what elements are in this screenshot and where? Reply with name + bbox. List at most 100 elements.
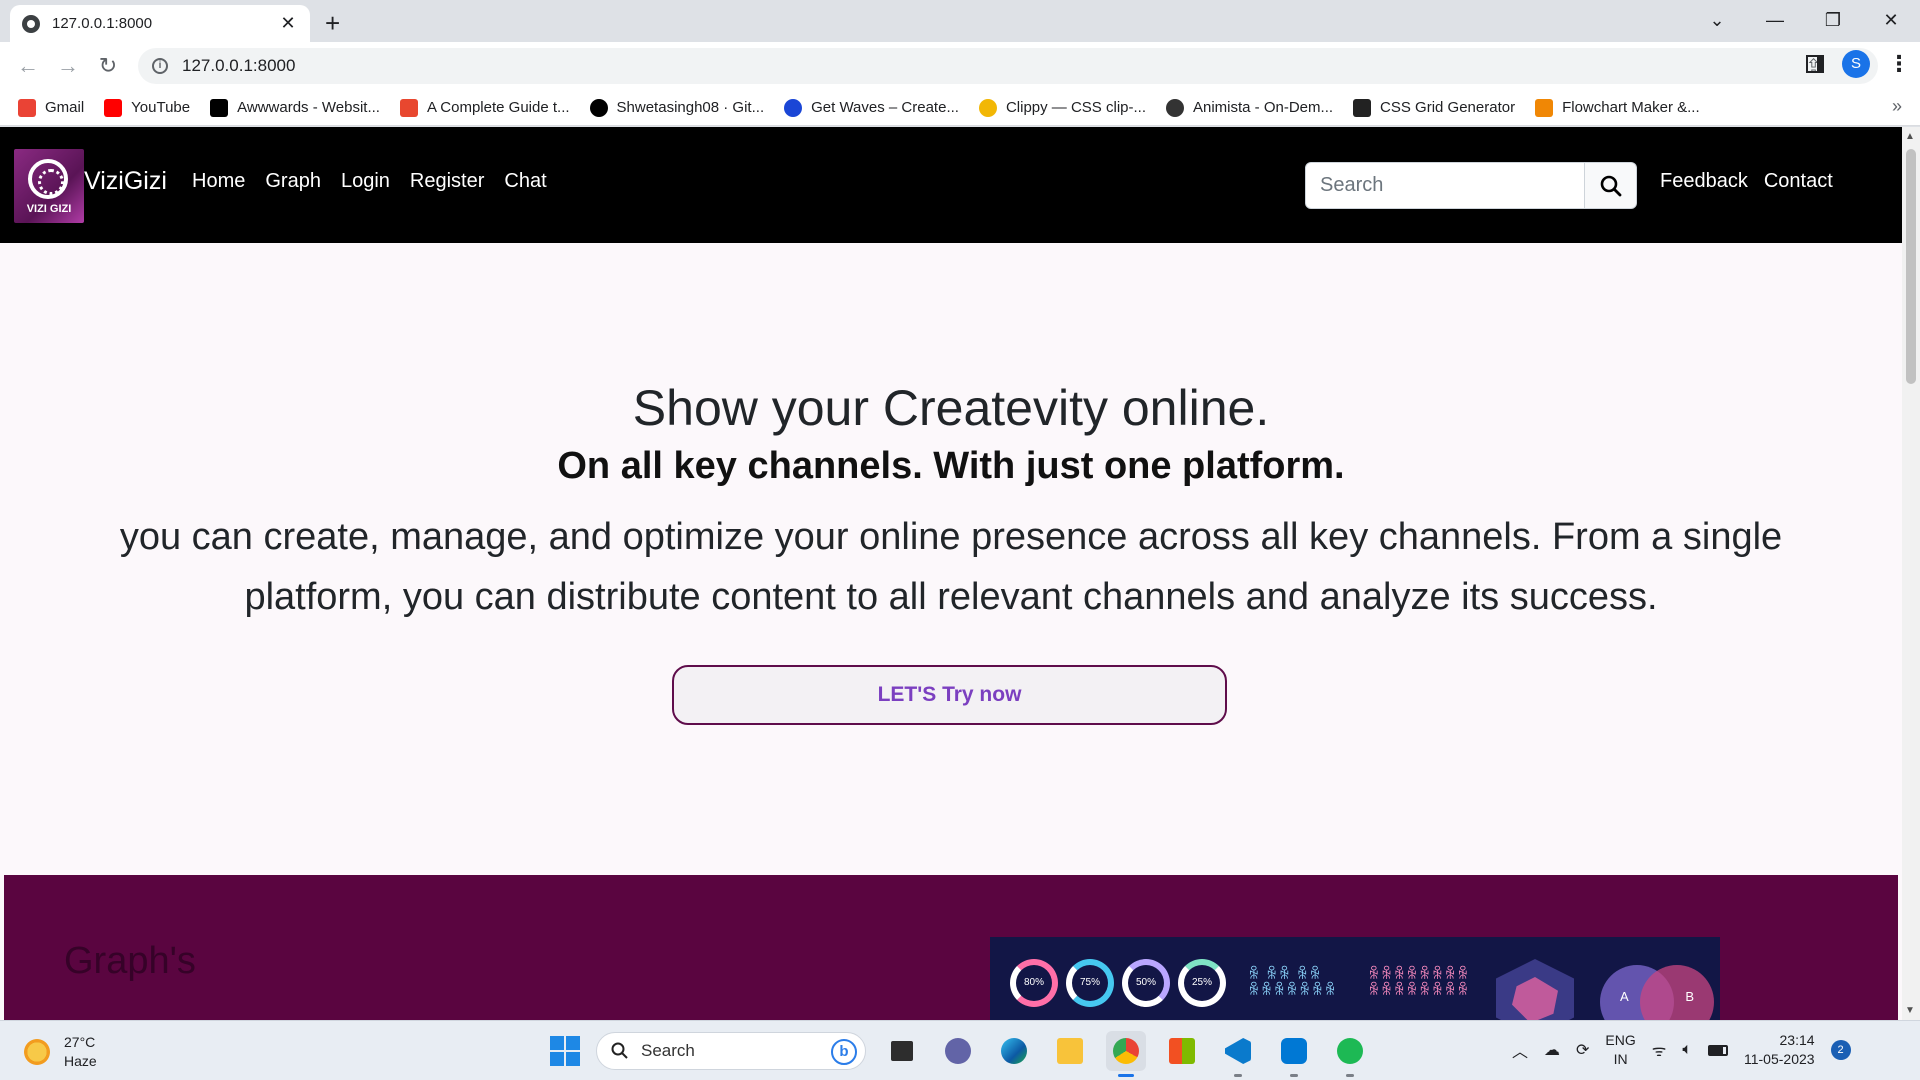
- page-viewport: VIZI GIZI ViziGizi Home Graph Login Regi…: [0, 127, 1902, 1020]
- battery-icon[interactable]: [1707, 1044, 1728, 1056]
- close-tab-icon[interactable]: ✕: [278, 13, 298, 34]
- hero-description: you can create, manage, and optimize you…: [119, 516, 1783, 618]
- cortana-icon[interactable]: [1274, 1031, 1314, 1077]
- system-tray: ︿ ☁ ⟳ ENG IN ᯤ 🔈︎ 23:14 11-05-2023 2: [1512, 1031, 1851, 1069]
- bookmark-item[interactable]: Flowchart Maker &...: [1535, 98, 1700, 117]
- gmail-icon: [18, 98, 36, 117]
- sync-icon[interactable]: ⟳: [1576, 1040, 1589, 1060]
- language-indicator[interactable]: ENG IN: [1605, 1031, 1635, 1069]
- site-search: [1305, 162, 1637, 209]
- bookmark-item[interactable]: A Complete Guide t...: [399, 98, 570, 117]
- address-bar[interactable]: i 127.0.0.1:8000 ⇪ ☆: [138, 48, 1878, 84]
- tab-strip: 127.0.0.1:8000 ✕ + ⌄ — ❐ ✕: [0, 0, 1920, 42]
- awwwards-icon: [210, 98, 229, 117]
- bookmark-item[interactable]: Shwetasingh08 · Git...: [589, 98, 765, 117]
- graph-section-title: Graph's: [64, 940, 196, 982]
- bookmark-item[interactable]: Clippy — CSS clip-...: [978, 98, 1146, 117]
- nav-link-feedback[interactable]: Feedback: [1660, 170, 1748, 193]
- nav-link-graph[interactable]: Graph: [265, 170, 321, 193]
- bookmark-item[interactable]: YouTube: [104, 98, 190, 117]
- new-tab-icon[interactable]: +: [325, 8, 340, 39]
- taskbar-apps: Search b: [550, 1031, 1370, 1077]
- site-navbar: VIZI GIZI ViziGizi Home Graph Login Regi…: [0, 127, 1902, 243]
- profile-avatar[interactable]: S: [1842, 50, 1870, 78]
- bing-icon[interactable]: b: [831, 1039, 857, 1065]
- graph-section: Graph's 80% 75% 50% 25% ꆜ ꆜꆜ ꆜꆜ ꆜꆜꆜꆜꆜꆜꆜ ꆜ…: [4, 875, 1898, 1020]
- taskbar-search-icon: [611, 1042, 628, 1059]
- bookmark-label: Get Waves – Create...: [811, 99, 959, 116]
- drawio-icon: [1535, 98, 1554, 117]
- bookmark-item[interactable]: CSS Grid Generator: [1353, 98, 1516, 117]
- more-bookmarks-icon[interactable]: »: [1892, 96, 1902, 117]
- vscode-icon[interactable]: [1218, 1031, 1258, 1077]
- bookmark-item[interactable]: Gmail: [18, 98, 84, 117]
- bookmark-item[interactable]: Awwwards - Websit...: [210, 98, 380, 117]
- chrome-icon[interactable]: [1106, 1031, 1146, 1077]
- hero-subtitle: On all key channels. With just one platf…: [557, 445, 1345, 487]
- secondary-nav: Feedback Contact: [1660, 170, 1833, 193]
- restore-icon[interactable]: ❐: [1804, 10, 1862, 31]
- css-tricks-icon: [399, 98, 418, 117]
- side-panel-icon[interactable]: [1806, 55, 1824, 73]
- minimize-icon[interactable]: —: [1746, 10, 1804, 31]
- scroll-down-arrow-icon[interactable]: ▼: [1905, 1005, 1915, 1016]
- bookmark-item[interactable]: Get Waves – Create...: [784, 98, 959, 117]
- search-button[interactable]: [1585, 162, 1637, 209]
- notification-badge[interactable]: 2: [1830, 1040, 1851, 1060]
- bookmark-label: Animista - On-Dem...: [1193, 99, 1334, 116]
- site-logo[interactable]: VIZI GIZI: [14, 149, 84, 223]
- bookmark-label: CSS Grid Generator: [1380, 99, 1516, 116]
- nav-link-contact[interactable]: Contact: [1764, 170, 1833, 193]
- temperature: 27°C: [64, 1034, 96, 1050]
- clock[interactable]: 23:14 11-05-2023: [1744, 1031, 1815, 1069]
- tab-title: 127.0.0.1:8000: [52, 15, 153, 32]
- active-tab[interactable]: 127.0.0.1:8000 ✕: [10, 5, 310, 42]
- edge-icon[interactable]: [994, 1031, 1034, 1071]
- windows-taskbar: 27°C Haze Search b ︿ ☁ ⟳ ENG IN ᯤ 🔈︎ 23:…: [0, 1020, 1920, 1080]
- youtube-icon: [104, 98, 123, 117]
- infographic-image: 80% 75% 50% 25% ꆜ ꆜꆜ ꆜꆜ ꆜꆜꆜꆜꆜꆜꆜ ꆜꆜꆜꆜꆜꆜꆜꆜ ꆜ…: [990, 937, 1720, 1020]
- clock-date: 11-05-2023: [1743, 1051, 1815, 1067]
- bookmark-item[interactable]: Animista - On-Dem...: [1166, 98, 1334, 117]
- forward-arrow-icon[interactable]: →: [48, 53, 88, 79]
- show-hidden-icons-icon[interactable]: ︿: [1512, 1038, 1528, 1062]
- back-arrow-icon[interactable]: ←: [8, 53, 48, 79]
- onedrive-icon[interactable]: ☁: [1544, 1040, 1560, 1060]
- wifi-icon[interactable]: ᯤ: [1652, 1039, 1667, 1061]
- weather-widget[interactable]: 27°C Haze: [22, 1033, 97, 1071]
- nav-link-home[interactable]: Home: [192, 170, 245, 193]
- volume-icon[interactable]: 🔈︎: [1682, 1041, 1692, 1059]
- donut-80: 80%: [1010, 959, 1058, 1007]
- tab-search-icon[interactable]: ⌄: [1688, 10, 1746, 31]
- reload-icon[interactable]: ↻: [88, 53, 128, 79]
- url-text[interactable]: 127.0.0.1:8000: [182, 56, 295, 76]
- weather-condition: Haze: [64, 1053, 97, 1069]
- menu-kebab-icon[interactable]: ⋮: [1888, 51, 1910, 77]
- teams-chat-icon[interactable]: [938, 1031, 978, 1071]
- close-window-icon[interactable]: ✕: [1862, 10, 1920, 31]
- window-controls: ⌄ — ❐ ✕: [1688, 0, 1920, 40]
- try-now-button[interactable]: LET'S Try now: [672, 665, 1227, 725]
- taskbar-search-label: Search: [641, 1041, 695, 1060]
- scroll-thumb[interactable]: [1906, 149, 1916, 384]
- nav-link-chat[interactable]: Chat: [504, 170, 546, 193]
- region-code: IN: [1613, 1051, 1628, 1067]
- donut-75: 75%: [1066, 959, 1114, 1007]
- taskbar-search[interactable]: Search b: [596, 1032, 866, 1070]
- task-view-icon[interactable]: [882, 1031, 922, 1071]
- people-icon-grid-blue: ꆜ ꆜꆜ ꆜꆜ ꆜꆜꆜꆜꆜꆜꆜ: [1248, 966, 1338, 999]
- file-explorer-icon[interactable]: [1050, 1031, 1090, 1071]
- spotify-icon[interactable]: [1330, 1031, 1370, 1077]
- microsoft-store-icon[interactable]: [1162, 1031, 1202, 1071]
- bookmark-label: Shwetasingh08 · Git...: [616, 99, 765, 116]
- nav-link-register[interactable]: Register: [410, 170, 484, 193]
- scroll-up-arrow-icon[interactable]: ▲: [1905, 131, 1915, 142]
- windows-start-icon[interactable]: [550, 1036, 580, 1066]
- page-scrollbar[interactable]: ▲ ▼: [1902, 127, 1920, 1020]
- people-icon-grid-pink: ꆜꆜꆜꆜꆜꆜꆜꆜ ꆜꆜꆜꆜꆜꆜꆜꆜ: [1368, 966, 1470, 999]
- search-input[interactable]: [1305, 162, 1585, 209]
- hero-title: Show your Createvity online.: [632, 380, 1270, 436]
- nav-link-login[interactable]: Login: [341, 170, 390, 193]
- brand-name[interactable]: ViziGizi: [84, 167, 167, 196]
- info-icon[interactable]: i: [152, 58, 168, 74]
